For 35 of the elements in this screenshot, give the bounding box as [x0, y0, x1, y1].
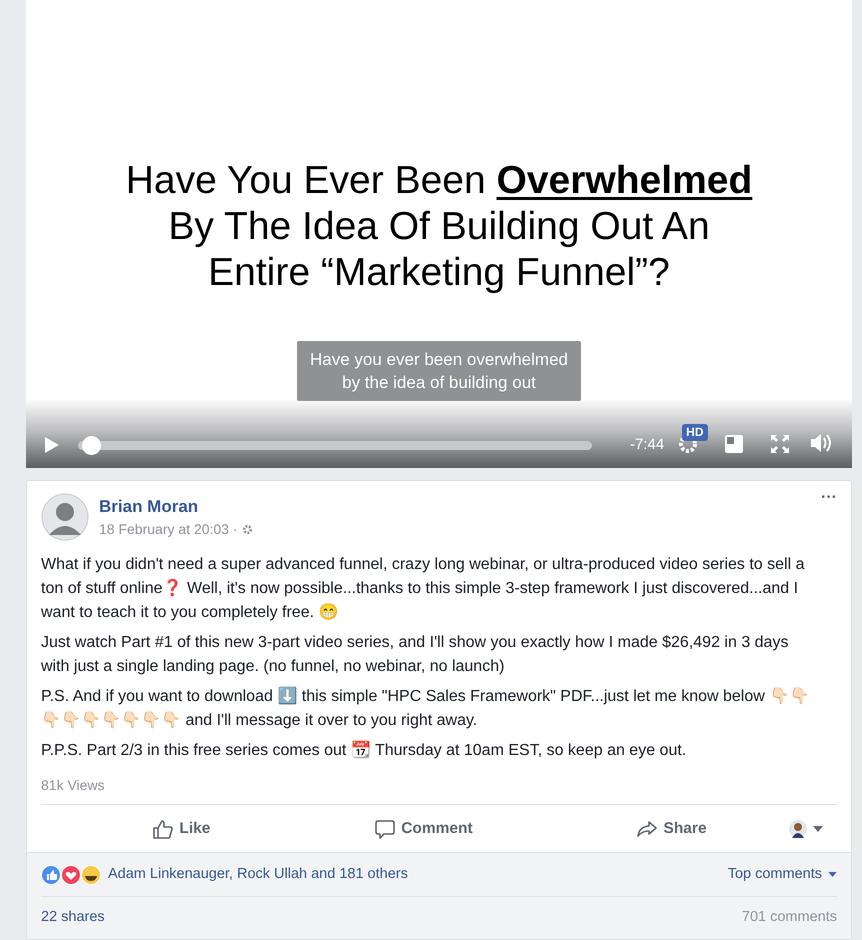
- video-player[interactable]: Have You Ever Been Overwhelmed By The Idea Of Building Out An Entire “Marketing Funnel”? Have you ever been overwhelmed by the idea of building out -7:44 HD: [26, 0, 852, 468]
- comment-button[interactable]: Comment: [375, 816, 473, 840]
- share-arrow-icon: [637, 820, 658, 838]
- picture-in-picture-icon[interactable]: [724, 434, 744, 454]
- progress-thumb[interactable]: [82, 436, 102, 455]
- play-icon[interactable]: [44, 436, 60, 454]
- like-button[interactable]: Like: [153, 816, 210, 840]
- post-paragraph: P.P.S. Part 2/3 in this free series comes out 📆 Thursday at 10am EST, so keep an eye out.: [41, 740, 688, 761]
- post-paragraph: P.S. And if you want to download ⬇ this simple "HPC Sales Framework" PDF...just let me know below 👇🏻👇🏻👇🏻👇🏻👇🏻👇🏻👇🏻👇🏻👇🏻 and I'll message it over to you right away.: [41, 686, 810, 731]
- subtitle-caption: Have you ever been overwhelmed by the idea of building out: [297, 341, 581, 401]
- slide-heading-line: Have You Ever Been Overwhelmed: [126, 158, 752, 204]
- reaction-summary[interactable]: Adam Linkenauger, Rock Ullah and 181 others: [108, 864, 408, 886]
- hd-badge: HD: [682, 424, 708, 441]
- slide-heading-line: Entire “Marketing Funnel”?: [208, 250, 670, 296]
- post-paragraph: Just watch Part #1 of this new 3-part video series, and I'll show you exactly how I made $26,492 in 3 days with just a single landing page. (no funnel, no webinar, no launch): [41, 633, 790, 677]
- slide-heading-line: By The Idea Of Building Out An: [168, 204, 710, 250]
- avatar[interactable]: [41, 493, 89, 541]
- reaction-icons[interactable]: [41, 864, 103, 884]
- speech-bubble-icon: [375, 818, 396, 838]
- fullscreen-icon[interactable]: [770, 434, 790, 454]
- thumbs-up-icon: [153, 818, 174, 838]
- caret-icon[interactable]: [828, 872, 837, 877]
- share-button[interactable]: Share: [637, 816, 707, 840]
- author-name[interactable]: Brian Moran: [99, 497, 253, 517]
- time-remaining: -7:44: [630, 436, 664, 454]
- gear-icon: [242, 524, 253, 535]
- account-avatar[interactable]: [789, 820, 807, 838]
- caret-icon[interactable]: [813, 826, 823, 832]
- post-timestamp[interactable]: 18 February at 20:03 ·: [99, 519, 238, 540]
- comment-sort-dropdown[interactable]: Top comments: [728, 864, 822, 886]
- share-count[interactable]: 22 shares: [41, 907, 105, 929]
- post-paragraph: What if you didn't need a super advanced funnel, crazy long webinar, or ultra-produced video series to sell a ton of stuff online❓ Well, it's now possible...thanks to this simple 3-step framework I just discovered...and I want to teach it to you completely free. 😁: [41, 555, 806, 623]
- more-options-button[interactable]: ···: [821, 493, 837, 503]
- progress-track[interactable]: [78, 436, 592, 455]
- view-count: 81k Views: [40, 776, 106, 795]
